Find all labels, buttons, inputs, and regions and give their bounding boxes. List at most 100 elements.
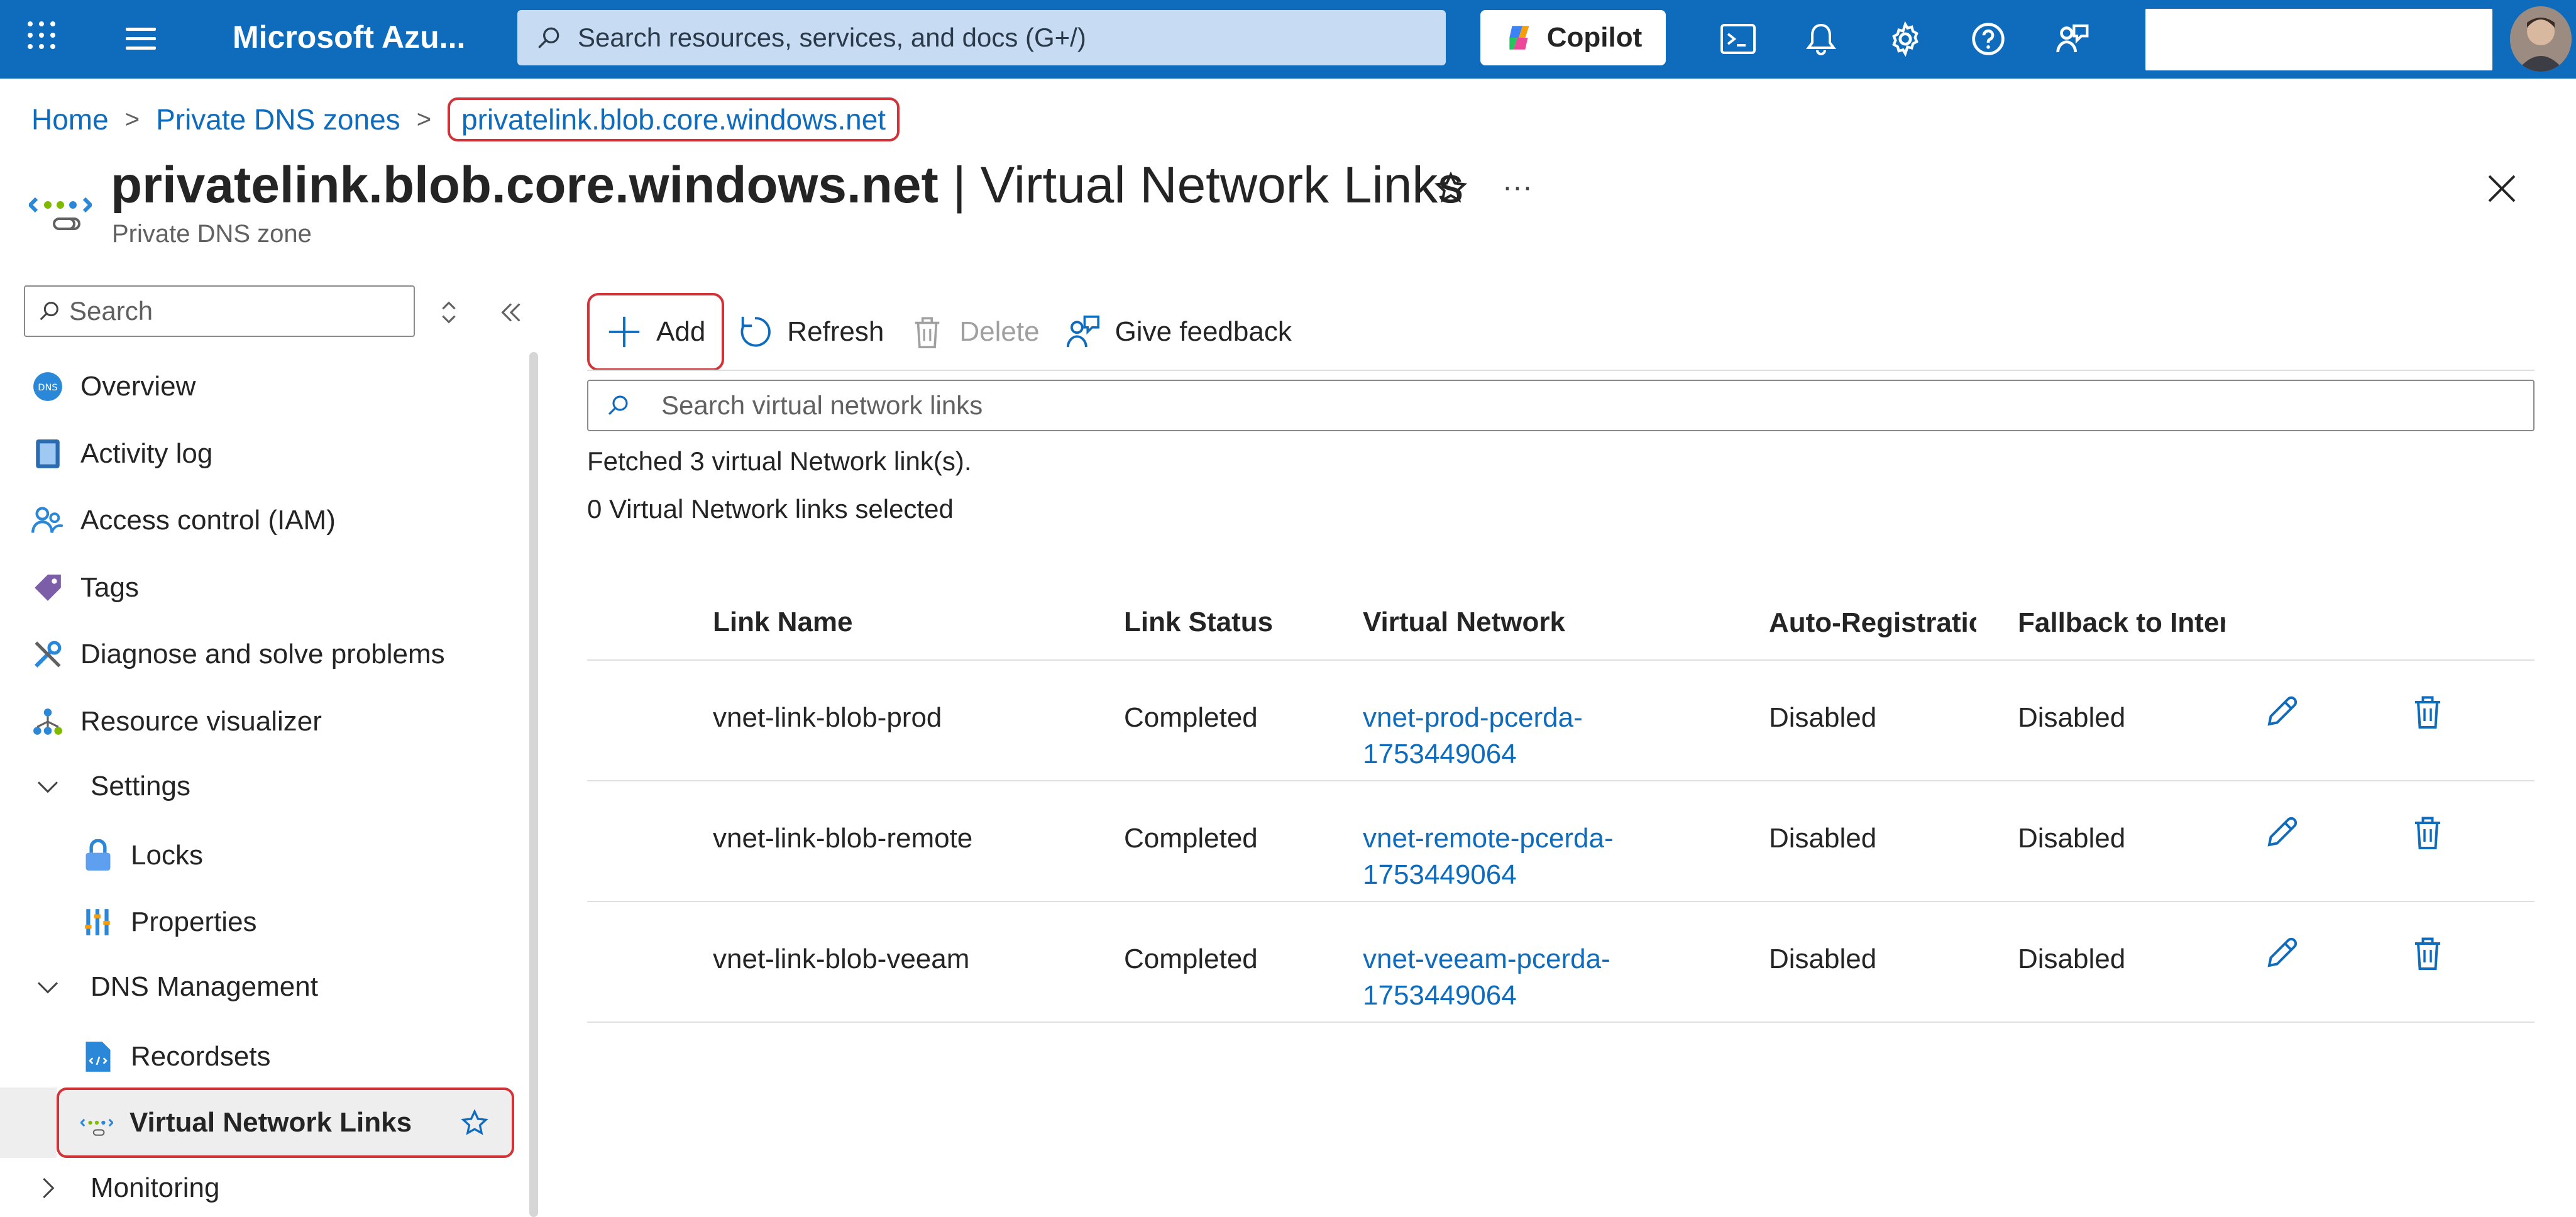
sidebar-item-tags[interactable]: Tags bbox=[31, 559, 139, 616]
sidebar-item-label: Recordsets bbox=[131, 1041, 271, 1072]
feedback-icon[interactable] bbox=[2052, 19, 2093, 59]
sidebar-item-properties[interactable]: Properties bbox=[82, 894, 257, 950]
column-header-virtual-network[interactable]: Virtual Network bbox=[1363, 585, 1769, 661]
virtual-network-link[interactable]: vnet-veeam-pcerda-1753449064 bbox=[1363, 941, 1627, 1014]
sidebar-item-activity-log[interactable]: Activity log bbox=[31, 426, 212, 482]
hamburger-icon[interactable] bbox=[126, 28, 156, 50]
refresh-label: Refresh bbox=[787, 316, 884, 347]
trash-icon[interactable] bbox=[2409, 692, 2447, 731]
favorite-star-icon[interactable] bbox=[459, 1108, 490, 1139]
selected-row-highlight bbox=[0, 1088, 57, 1158]
copilot-icon bbox=[1509, 26, 1529, 50]
sidebar-search-input[interactable]: Search bbox=[24, 285, 415, 337]
link-status-cell: Completed bbox=[1124, 901, 1363, 1023]
search-icon bbox=[608, 395, 628, 416]
gear-icon[interactable] bbox=[1885, 19, 1925, 59]
account-name-box[interactable] bbox=[2145, 9, 2492, 70]
collapse-sidebar-icon[interactable] bbox=[497, 298, 526, 327]
column-header-label: Auto-Registratio bbox=[1769, 607, 1976, 638]
vnet-links-search-input[interactable]: Search virtual network links bbox=[587, 380, 2535, 431]
sidebar-group-monitoring[interactable]: Monitoring bbox=[35, 1160, 219, 1216]
column-header-link-status[interactable]: Link Status bbox=[1124, 585, 1363, 661]
chevron-right-icon: > bbox=[416, 105, 432, 133]
sidebar-item-recordsets[interactable]: Recordsets bbox=[82, 1028, 271, 1085]
edit-pencil-icon[interactable] bbox=[2263, 933, 2301, 972]
help-icon[interactable] bbox=[1968, 19, 2008, 59]
edit-cell bbox=[2263, 660, 2409, 781]
row-select-cell[interactable] bbox=[587, 781, 713, 902]
properties-icon bbox=[82, 906, 114, 939]
sidebar-item-virtual-network-links[interactable]: Virtual Network Links bbox=[57, 1088, 514, 1158]
vnet-link-icon bbox=[29, 197, 92, 230]
add-button[interactable]: Add bbox=[587, 293, 725, 371]
sidebar-group-settings[interactable]: Settings bbox=[35, 758, 190, 815]
give-feedback-label: Give feedback bbox=[1115, 316, 1292, 347]
column-header-link-name[interactable]: Link Name bbox=[713, 585, 1124, 661]
sidebar-item-resource-visualizer[interactable]: Resource visualizer bbox=[31, 693, 322, 750]
virtual-network-link[interactable]: vnet-remote-pcerda-1753449064 bbox=[1363, 820, 1627, 893]
trash-icon[interactable] bbox=[2409, 933, 2447, 972]
give-feedback-button[interactable]: Give feedback bbox=[1052, 293, 1304, 371]
sidebar-search-placeholder: Search bbox=[69, 296, 153, 326]
virtual-network-link[interactable]: vnet-prod-pcerda-1753449064 bbox=[1363, 700, 1627, 773]
sidebar-scrollbar[interactable] bbox=[529, 352, 538, 1217]
favorite-star-icon[interactable] bbox=[1432, 170, 1470, 207]
copilot-button[interactable]: Copilot bbox=[1480, 10, 1666, 65]
chevron-down-icon bbox=[35, 974, 60, 999]
edit-pencil-icon[interactable] bbox=[2263, 692, 2301, 731]
cloud-shell-icon[interactable] bbox=[1718, 19, 1758, 59]
table-row[interactable]: vnet-link-blob-prod Completed vnet-prod-… bbox=[587, 660, 2535, 781]
auto-registration-cell: Disabled bbox=[1769, 901, 2018, 1023]
more-options-icon[interactable]: ··· bbox=[1502, 170, 1533, 204]
people-icon bbox=[31, 504, 64, 537]
delete-column-header bbox=[2409, 585, 2535, 661]
breadcrumb-current-zone[interactable]: privatelink.blob.core.windows.net bbox=[448, 97, 900, 141]
edit-pencil-icon[interactable] bbox=[2263, 813, 2301, 852]
column-header-auto-registration[interactable]: Auto-Registratio bbox=[1769, 585, 2018, 661]
waffle-icon[interactable] bbox=[28, 21, 55, 49]
avatar[interactable] bbox=[2510, 6, 2572, 72]
command-bar: Add Refresh Delete Give feedback bbox=[587, 293, 1304, 371]
portal-brand[interactable]: Microsoft Azu... bbox=[233, 19, 465, 55]
global-search-input[interactable]: Search resources, services, and docs (G+… bbox=[517, 10, 1446, 65]
sidebar-item-access-control[interactable]: Access control (IAM) bbox=[31, 492, 336, 549]
vnet-links-search-placeholder: Search virtual network links bbox=[661, 390, 983, 420]
close-icon[interactable] bbox=[2483, 170, 2521, 207]
trash-icon[interactable] bbox=[2409, 813, 2447, 852]
breadcrumb-private-dns-zones[interactable]: Private DNS zones bbox=[156, 102, 400, 136]
sidebar-item-label: Diagnose and solve problems bbox=[80, 639, 445, 669]
sidebar-item-overview[interactable]: DNS Overview bbox=[31, 358, 195, 415]
sidebar-group-dns-management[interactable]: DNS Management bbox=[35, 959, 318, 1015]
azure-top-bar: Microsoft Azu... Search resources, servi… bbox=[0, 0, 2576, 79]
virtual-network-cell: vnet-veeam-pcerda-1753449064 bbox=[1363, 901, 1769, 1023]
fallback-cell: Disabled bbox=[2018, 901, 2263, 1023]
sidebar-item-diagnose[interactable]: Diagnose and solve problems bbox=[31, 626, 445, 683]
chevron-right-icon bbox=[35, 1176, 60, 1201]
copilot-label: Copilot bbox=[1546, 22, 1643, 53]
sidebar-item-label: Tags bbox=[80, 572, 139, 603]
sidebar-item-label: Virtual Network Links bbox=[129, 1107, 412, 1138]
sort-updown-icon[interactable] bbox=[436, 298, 461, 327]
edit-column-header bbox=[2263, 585, 2409, 661]
activity-log-icon bbox=[31, 438, 64, 470]
virtual-network-cell: vnet-remote-pcerda-1753449064 bbox=[1363, 781, 1769, 902]
row-select-cell[interactable] bbox=[587, 901, 713, 1023]
delete-button[interactable]: Delete bbox=[896, 293, 1052, 371]
sidebar-item-locks[interactable]: Locks bbox=[82, 827, 203, 884]
breadcrumb-home[interactable]: Home bbox=[31, 102, 109, 136]
link-name-cell: vnet-link-blob-prod bbox=[713, 660, 1124, 781]
refresh-button[interactable]: Refresh bbox=[724, 293, 896, 371]
virtual-network-cell: vnet-prod-pcerda-1753449064 bbox=[1363, 660, 1769, 781]
column-header-fallback[interactable]: Fallback to Interr bbox=[2018, 585, 2263, 661]
link-name-cell: vnet-link-blob-veeam bbox=[713, 901, 1124, 1023]
dns-icon: DNS bbox=[31, 370, 64, 403]
page-subtitle: Private DNS zone bbox=[112, 220, 312, 248]
bell-icon[interactable] bbox=[1801, 19, 1841, 59]
table-row[interactable]: vnet-link-blob-remote Completed vnet-rem… bbox=[587, 781, 2535, 902]
fetched-status: Fetched 3 virtual Network link(s). bbox=[587, 446, 972, 476]
sidebar-item-label: Activity log bbox=[80, 438, 213, 469]
vnet-links-table: Link Name Link Status Virtual Network Au… bbox=[587, 585, 2535, 1023]
feedback-icon bbox=[1066, 316, 1099, 348]
row-select-cell[interactable] bbox=[587, 660, 713, 781]
table-row[interactable]: vnet-link-blob-veeam Completed vnet-veea… bbox=[587, 901, 2535, 1023]
